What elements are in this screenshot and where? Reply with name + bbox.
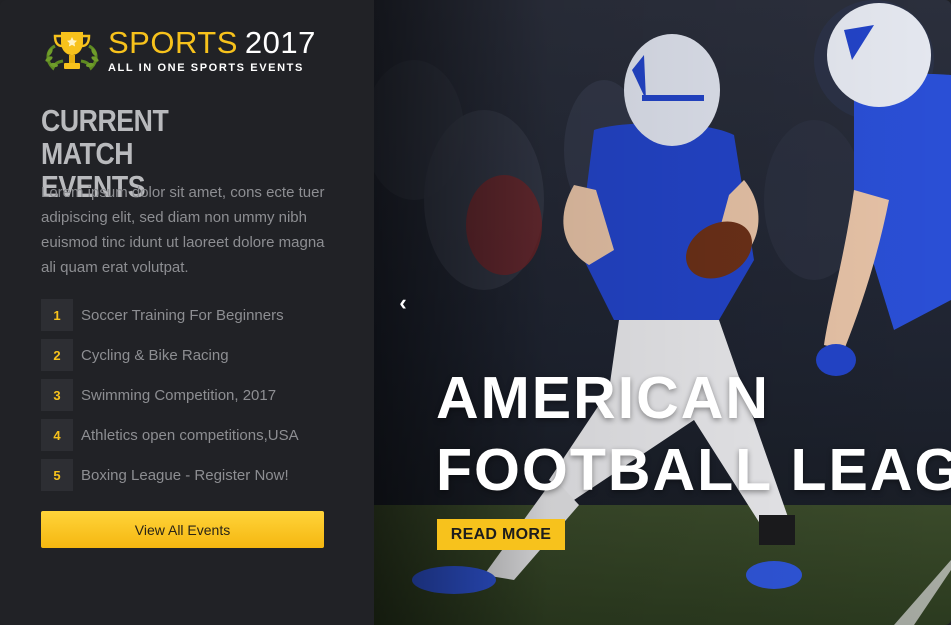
section-heading-line1: CURRENT MATCH — [41, 103, 169, 171]
logo-title-year: 2017 — [244, 25, 316, 60]
logo-title: SPORTS 2017 — [108, 26, 316, 60]
view-all-events-button[interactable]: View All Events — [41, 511, 324, 548]
event-item[interactable]: 2 Cycling & Bike Racing — [41, 339, 299, 371]
hero-slider: ‹ AMERICAN FOOTBALL LEAG READ MORE — [374, 0, 951, 625]
event-number-badge: 4 — [41, 419, 73, 451]
event-number-badge: 1 — [41, 299, 73, 331]
logo-title-main: SPORTS — [108, 25, 238, 60]
event-link[interactable]: Swimming Competition, 2017 — [81, 387, 276, 404]
logo-tagline: ALL IN ONE SPORTS EVENTS — [108, 62, 304, 74]
hero-title-line1: AMERICAN — [436, 365, 770, 431]
slider-prev-arrow-icon[interactable]: ‹ — [394, 290, 412, 316]
event-link[interactable]: Soccer Training For Beginners — [81, 307, 284, 324]
event-number-badge: 3 — [41, 379, 73, 411]
event-number-badge: 5 — [41, 459, 73, 491]
read-more-button[interactable]: READ MORE — [437, 519, 565, 550]
event-item[interactable]: 1 Soccer Training For Beginners — [41, 299, 299, 331]
hero-title-line2: FOOTBALL LEAG — [436, 437, 951, 503]
section-description: Lorem ipsum dolor sit amet, cons ecte tu… — [41, 184, 325, 276]
event-link[interactable]: Boxing League - Register Now! — [81, 467, 289, 484]
event-number-badge: 2 — [41, 339, 73, 371]
event-list: 1 Soccer Training For Beginners 2 Cyclin… — [41, 299, 299, 499]
page: SPORTS 2017 ALL IN ONE SPORTS EVENTS CURR… — [0, 0, 951, 625]
sidebar: SPORTS 2017 ALL IN ONE SPORTS EVENTS CURR… — [0, 0, 374, 625]
event-item[interactable]: 5 Boxing League - Register Now! — [41, 459, 299, 491]
event-item[interactable]: 4 Athletics open competitions,USA — [41, 419, 299, 451]
event-item[interactable]: 3 Swimming Competition, 2017 — [41, 379, 299, 411]
logo[interactable]: SPORTS 2017 ALL IN ONE SPORTS EVENTS — [41, 26, 326, 78]
event-link[interactable]: Cycling & Bike Racing — [81, 347, 229, 364]
hero-title: AMERICAN FOOTBALL LEAG — [436, 362, 951, 506]
event-link[interactable]: Athletics open competitions,USA — [81, 427, 299, 444]
trophy-laurel-icon — [45, 32, 99, 71]
